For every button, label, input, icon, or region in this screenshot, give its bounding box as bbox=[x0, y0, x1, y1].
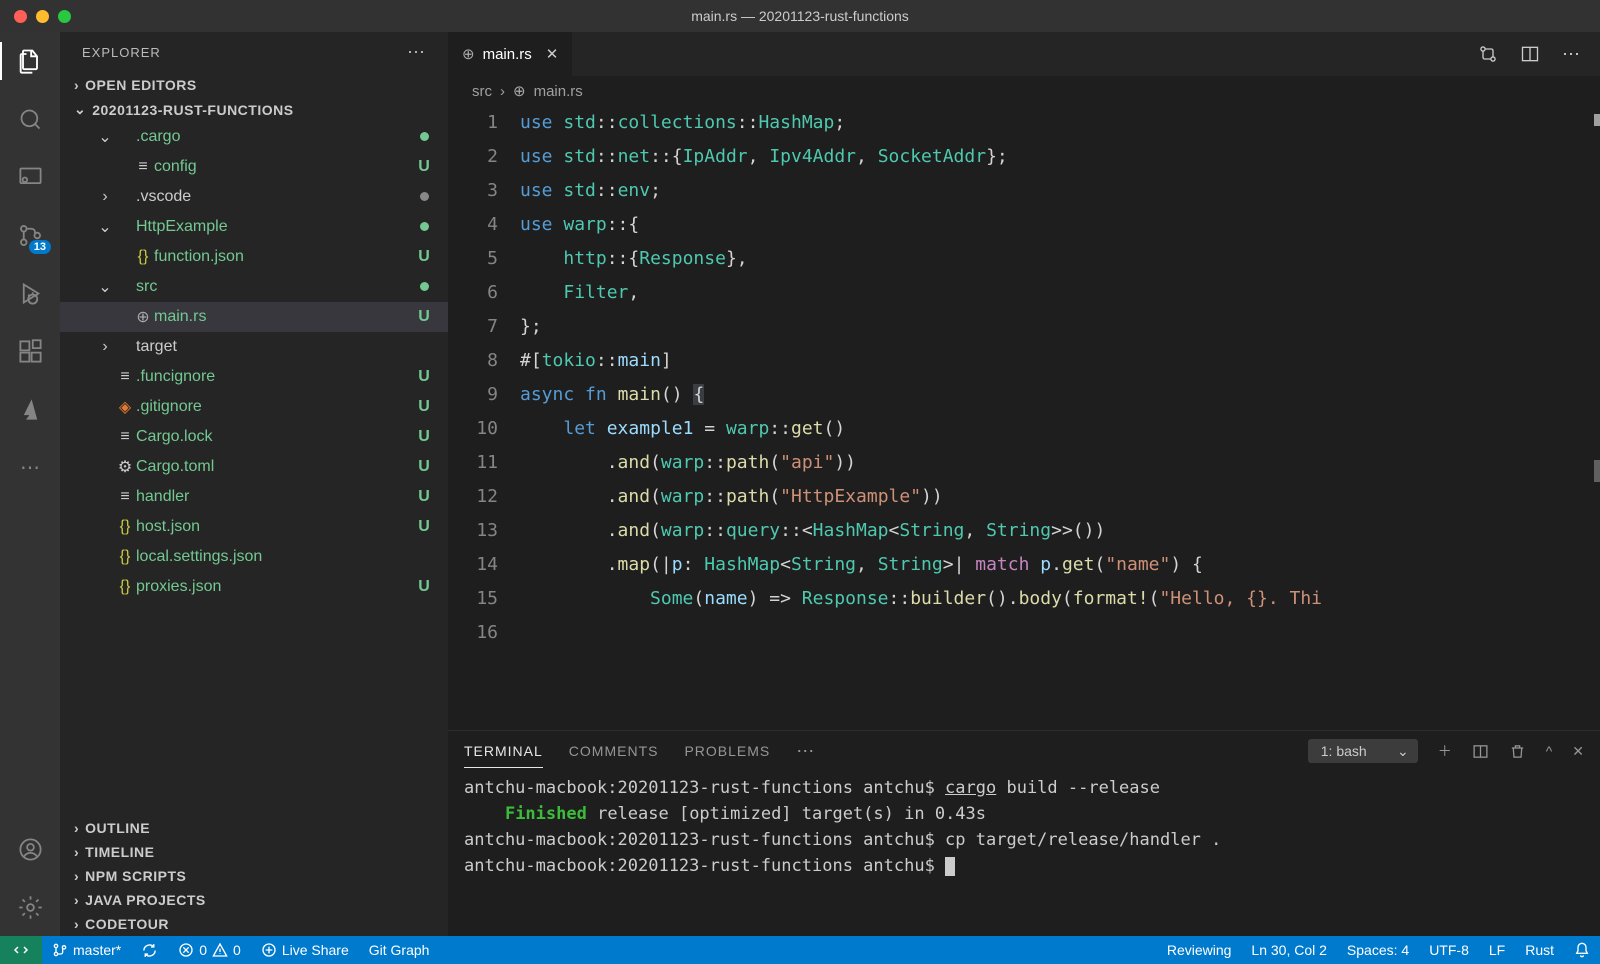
comments-tab[interactable]: COMMENTS bbox=[569, 743, 659, 759]
statusbar: master* 0 0 Live Share Git Graph Reviewi… bbox=[0, 936, 1600, 964]
search-icon[interactable] bbox=[15, 104, 45, 134]
npm-scripts-section[interactable]: ›NPM SCRIPTS bbox=[60, 864, 448, 888]
trash-terminal-icon[interactable] bbox=[1509, 743, 1526, 760]
tree-row[interactable]: {}function.jsonU bbox=[60, 242, 448, 272]
chevron-right-icon: › bbox=[500, 83, 505, 100]
workspace-root-section[interactable]: ⌄20201123-RUST-FUNCTIONS bbox=[60, 97, 448, 122]
account-icon[interactable] bbox=[15, 834, 45, 864]
panel-more-icon[interactable]: ⋯ bbox=[796, 741, 814, 762]
azure-icon[interactable] bbox=[15, 394, 45, 424]
terminal-body[interactable]: antchu-macbook:20201123-rust-functions a… bbox=[448, 771, 1600, 936]
breadcrumbs[interactable]: src › ⊕ main.rs bbox=[448, 76, 1600, 106]
maximize-panel-icon[interactable]: ^ bbox=[1546, 743, 1553, 759]
maximize-window-icon[interactable] bbox=[58, 10, 71, 23]
explorer-icon[interactable] bbox=[15, 46, 45, 76]
tree-row[interactable]: {}host.jsonU bbox=[60, 512, 448, 542]
explorer-header: EXPLORER ⋯ bbox=[60, 32, 448, 73]
tabs-bar: ⊕ main.rs ✕ ⋯ bbox=[448, 32, 1600, 76]
more-icon[interactable]: ⋯ bbox=[15, 452, 45, 482]
tree-row[interactable]: {}proxies.jsonU bbox=[60, 572, 448, 602]
java-projects-section[interactable]: ›JAVA PROJECTS bbox=[60, 888, 448, 912]
compare-changes-icon[interactable] bbox=[1478, 44, 1498, 64]
settings-gear-icon[interactable] bbox=[15, 892, 45, 922]
codetour-section[interactable]: ›CODETOUR bbox=[60, 912, 448, 936]
terminal-select[interactable]: 1: bash⌄ bbox=[1308, 739, 1418, 763]
tree-row[interactable]: ›.vscode bbox=[60, 182, 448, 212]
traffic-lights bbox=[0, 10, 71, 23]
cursor-position[interactable]: Ln 30, Col 2 bbox=[1241, 942, 1337, 958]
minimap-region[interactable] bbox=[1594, 114, 1600, 126]
minimize-window-icon[interactable] bbox=[36, 10, 49, 23]
git-graph[interactable]: Git Graph bbox=[359, 936, 440, 964]
indentation[interactable]: Spaces: 4 bbox=[1337, 942, 1419, 958]
close-panel-icon[interactable]: ✕ bbox=[1572, 743, 1584, 760]
window-title: main.rs — 20201123-rust-functions bbox=[691, 8, 909, 24]
titlebar: main.rs — 20201123-rust-functions bbox=[0, 0, 1600, 32]
tab-main-rs[interactable]: ⊕ main.rs ✕ bbox=[448, 32, 573, 76]
tree-row[interactable]: {}local.settings.json bbox=[60, 542, 448, 572]
tree-row[interactable]: ⌄HttpExample bbox=[60, 212, 448, 242]
remote-explorer-icon[interactable] bbox=[15, 162, 45, 192]
rust-file-icon: ⊕ bbox=[513, 82, 526, 100]
eol[interactable]: LF bbox=[1479, 942, 1515, 958]
tree-row[interactable]: ⚙Cargo.tomlU bbox=[60, 452, 448, 482]
breadcrumb-seg[interactable]: main.rs bbox=[534, 83, 583, 100]
extensions-icon[interactable] bbox=[15, 336, 45, 366]
explorer-more-icon[interactable]: ⋯ bbox=[407, 42, 426, 63]
sidebar: EXPLORER ⋯ ›OPEN EDITORS ⌄20201123-RUST-… bbox=[60, 32, 448, 936]
activity-bar: 13 ⋯ bbox=[0, 32, 60, 936]
problems-tab[interactable]: PROBLEMS bbox=[684, 743, 770, 759]
tree-row[interactable]: ⌄.cargo bbox=[60, 122, 448, 152]
sync-icon[interactable] bbox=[131, 936, 168, 964]
terminal-panel: TERMINAL COMMENTS PROBLEMS ⋯ 1: bash⌄ ＋ … bbox=[448, 730, 1600, 936]
tab-label: main.rs bbox=[483, 46, 532, 63]
tree-row[interactable]: ⊕main.rsU bbox=[60, 302, 448, 332]
tree-row[interactable]: ≡Cargo.lockU bbox=[60, 422, 448, 452]
new-terminal-icon[interactable]: ＋ bbox=[1438, 741, 1452, 761]
run-debug-icon[interactable] bbox=[15, 278, 45, 308]
tree-row[interactable]: ⌄src bbox=[60, 272, 448, 302]
breadcrumb-seg[interactable]: src bbox=[472, 83, 492, 100]
timeline-section[interactable]: ›TIMELINE bbox=[60, 840, 448, 864]
rust-file-icon: ⊕ bbox=[462, 45, 475, 63]
open-editors-section[interactable]: ›OPEN EDITORS bbox=[60, 73, 448, 97]
tree-row[interactable]: ›target bbox=[60, 332, 448, 362]
close-window-icon[interactable] bbox=[14, 10, 27, 23]
file-tree: ⌄.cargo≡configU›.vscode⌄HttpExample{}fun… bbox=[60, 122, 448, 816]
tree-row[interactable]: ≡configU bbox=[60, 152, 448, 182]
tree-row[interactable]: ≡handlerU bbox=[60, 482, 448, 512]
split-editor-icon[interactable] bbox=[1520, 44, 1540, 64]
scm-badge: 13 bbox=[29, 240, 51, 254]
editor-more-icon[interactable]: ⋯ bbox=[1562, 44, 1580, 65]
close-tab-icon[interactable]: ✕ bbox=[546, 45, 559, 63]
notifications-bell-icon[interactable] bbox=[1564, 942, 1600, 958]
editor-panel: ⊕ main.rs ✕ ⋯ src › ⊕ main.rs 1234567891… bbox=[448, 32, 1600, 936]
reviewing[interactable]: Reviewing bbox=[1157, 942, 1242, 958]
source-control-icon[interactable]: 13 bbox=[15, 220, 45, 250]
live-share[interactable]: Live Share bbox=[251, 936, 359, 964]
git-branch[interactable]: master* bbox=[42, 936, 131, 964]
code-editor[interactable]: 12345678910111213141516 use std::collect… bbox=[448, 106, 1600, 730]
errors-warnings[interactable]: 0 0 bbox=[168, 936, 251, 964]
language-mode[interactable]: Rust bbox=[1515, 942, 1564, 958]
split-terminal-icon[interactable] bbox=[1472, 743, 1489, 760]
tree-row[interactable]: ◈.gitignoreU bbox=[60, 392, 448, 422]
outline-section[interactable]: ›OUTLINE bbox=[60, 816, 448, 840]
tree-row[interactable]: ≡.funcignoreU bbox=[60, 362, 448, 392]
terminal-tab[interactable]: TERMINAL bbox=[464, 743, 543, 768]
encoding[interactable]: UTF-8 bbox=[1419, 942, 1479, 958]
remote-indicator[interactable] bbox=[0, 936, 42, 964]
explorer-title: EXPLORER bbox=[82, 45, 161, 60]
minimap-region[interactable] bbox=[1594, 460, 1600, 482]
